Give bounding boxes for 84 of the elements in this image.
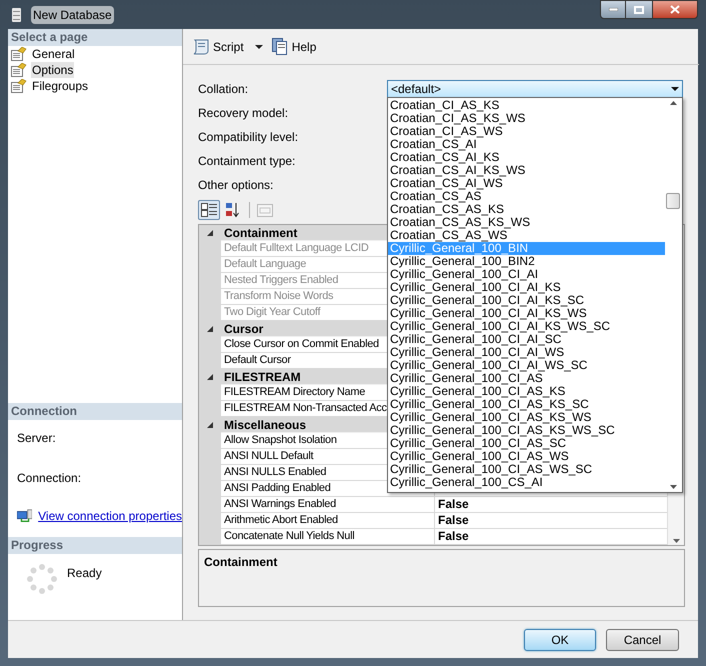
list-option[interactable]: Cyrillic_General_100_CI_AI xyxy=(388,268,665,281)
property-pages-icon xyxy=(257,204,273,216)
category-header: Containment xyxy=(223,225,298,240)
categorized-button[interactable] xyxy=(198,200,220,220)
network-icon xyxy=(17,509,32,523)
help-button[interactable]: Help xyxy=(270,36,318,58)
list-option[interactable]: Cyrillic_General_100_CI_AS_WS xyxy=(388,450,665,463)
scroll-down-icon xyxy=(672,539,680,543)
field-label: Other options: xyxy=(198,177,274,194)
list-option[interactable]: Cyrillic_General_100_CI_AI_SC xyxy=(388,333,665,346)
expanded-triangle-icon xyxy=(207,326,213,332)
window-title: New Database xyxy=(31,6,114,24)
page-icon xyxy=(11,79,27,93)
ok-button[interactable]: OK xyxy=(524,628,596,650)
caret-icon xyxy=(254,44,263,48)
page-item[interactable]: Options xyxy=(31,62,74,78)
caret-icon xyxy=(671,87,679,91)
list-option[interactable]: Croatian_CI_AS_WS xyxy=(388,125,665,138)
page-icon xyxy=(11,47,27,61)
property-value[interactable]: False xyxy=(435,497,668,513)
list-option[interactable]: Croatian_CI_AS_KS_WS xyxy=(388,112,665,125)
field-label: Server: xyxy=(17,430,57,447)
list-option[interactable]: Croatian_CS_AS xyxy=(388,190,665,203)
list-option[interactable]: Cyrillic_General_100_CS_AI xyxy=(388,476,665,489)
database-icon xyxy=(12,8,21,22)
description-title: Containment xyxy=(204,554,278,571)
section-header: Progress xyxy=(8,537,182,554)
minimize-button[interactable] xyxy=(600,0,626,19)
category-header: FILESTREAM xyxy=(223,369,301,384)
field-label: Collation: xyxy=(198,81,250,98)
list-option[interactable]: Cyrillic_General_100_CI_AI_KS_WS_SC xyxy=(388,320,665,333)
list-option[interactable]: Cyrillic_General_100_CI_AI_KS xyxy=(388,281,665,294)
property-name: Arithmetic Abort Enabled xyxy=(221,513,435,529)
list-option[interactable]: Croatian_CS_AI_WS xyxy=(388,177,665,190)
list-option[interactable]: Croatian_CS_AI_KS xyxy=(388,151,665,164)
list-option[interactable]: Cyrillic_General_100_CI_AS_SC xyxy=(388,437,665,450)
list-option[interactable]: Cyrillic_General_100_CI_AS xyxy=(388,372,665,385)
expanded-triangle-icon xyxy=(207,374,213,380)
scroll-up-icon xyxy=(670,101,677,105)
categorized-icon xyxy=(201,203,217,217)
page-item[interactable]: Filegroups xyxy=(31,78,90,94)
category-header: Miscellaneous xyxy=(223,417,306,432)
connection-properties-link[interactable]: View connection properties xyxy=(38,507,182,525)
progress-status: Ready xyxy=(67,565,102,582)
property-name: Concatenate Null Yields Null xyxy=(221,529,435,545)
script-button[interactable]: Script xyxy=(191,36,245,58)
property-value[interactable]: False xyxy=(435,529,668,545)
document-icon xyxy=(272,38,288,55)
page-icon xyxy=(11,63,27,77)
field-label: Containment type: xyxy=(198,153,296,170)
list-option[interactable]: Croatian_CS_AS_WS xyxy=(388,229,665,242)
list-option[interactable]: Croatian_CS_AS_KS xyxy=(388,203,665,216)
expanded-triangle-icon xyxy=(207,422,213,428)
section-header: Select a page xyxy=(8,29,182,46)
list-option[interactable]: Cyrillic_General_100_CI_AS_KS xyxy=(388,385,665,398)
maximize-icon xyxy=(634,6,644,14)
list-option[interactable]: Cyrillic_General_100_BIN2 xyxy=(388,255,665,268)
list-option[interactable]: Cyrillic_General_100_CI_AS_KS_WS_SC xyxy=(388,424,665,437)
field-label: Compatibility level: xyxy=(198,129,300,146)
list-option[interactable]: Croatian_CS_AS_KS_WS xyxy=(388,216,665,229)
close-button[interactable] xyxy=(652,0,698,19)
collation-combo-box[interactable]: <default> xyxy=(387,80,683,98)
field-label: Connection: xyxy=(17,470,82,487)
scroll-thumb[interactable] xyxy=(666,193,680,209)
property-value[interactable]: False xyxy=(435,513,668,529)
page-item[interactable]: General xyxy=(31,46,76,62)
scroll-down-icon xyxy=(670,485,677,489)
list-option[interactable]: Cyrillic_General_100_CI_AI_KS_SC xyxy=(388,294,665,307)
spinner-icon xyxy=(27,564,57,594)
category-header: Cursor xyxy=(223,321,264,336)
section-header: Connection xyxy=(8,403,182,420)
list-option[interactable]: Croatian_CS_AI xyxy=(388,138,665,151)
property-name: ANSI Warnings Enabled xyxy=(221,497,435,513)
scroll-icon xyxy=(192,38,210,54)
maximize-button[interactable] xyxy=(626,0,652,19)
field-label: Recovery model: xyxy=(198,105,290,122)
cancel-button[interactable]: Cancel xyxy=(606,628,679,650)
list-option[interactable]: Croatian_CI_AS_KS xyxy=(388,99,665,112)
sort-icon xyxy=(226,202,240,218)
minimize-icon xyxy=(608,8,618,11)
list-option[interactable]: Cyrillic_General_100_CI_AS_WS_SC xyxy=(388,463,665,476)
expanded-triangle-icon xyxy=(207,230,213,236)
close-icon xyxy=(670,5,680,14)
list-option[interactable]: Croatian_CS_AI_KS_WS xyxy=(388,164,665,177)
